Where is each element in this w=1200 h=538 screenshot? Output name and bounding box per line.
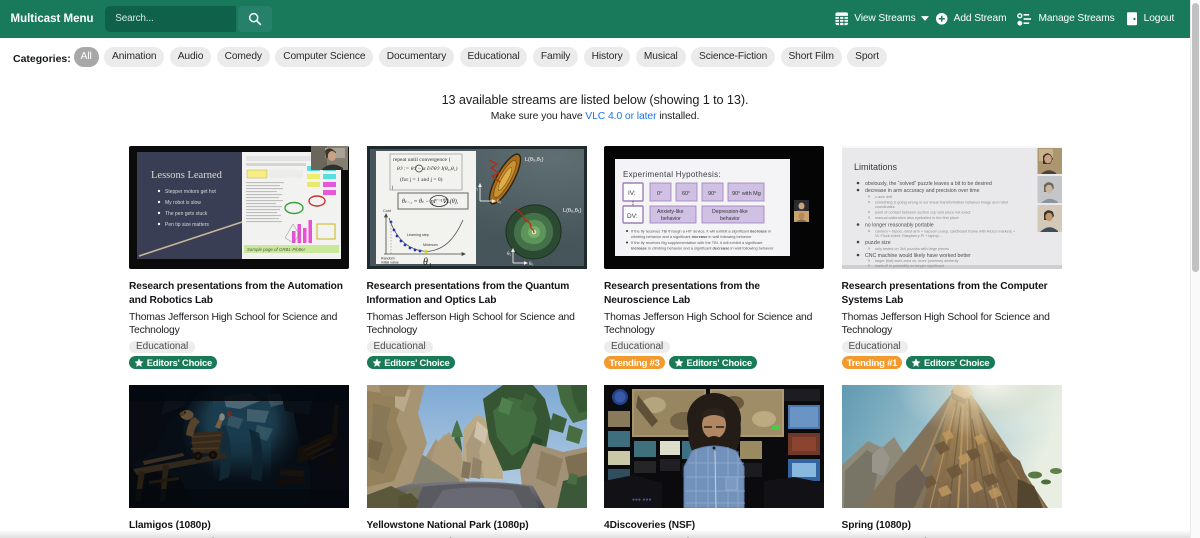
svg-text:point of contact between sucti: point of contact between suction cup and… xyxy=(875,211,971,215)
svg-text:Sample page of GRBL-Plotter: Sample page of GRBL-Plotter xyxy=(247,247,306,252)
svg-text:1: 1 xyxy=(429,263,432,269)
svg-text:θｼ := θｼ − α ∂/∂θｼ J(θ₀,θ₁): θｼ := θｼ − α ∂/∂θｼ J(θ₀,θ₁) xyxy=(397,165,458,172)
svg-text:Anxiety-like: Anxiety-like xyxy=(657,209,684,215)
svg-text:Limitations: Limitations xyxy=(854,162,898,172)
svg-text:climbing behavior and a signif: climbing behavior and a significant incr… xyxy=(631,234,752,239)
svg-text:θ₀: θ₀ xyxy=(529,261,534,266)
svg-text:manual calibration also eyebal: manual calibration also eyeballed in the… xyxy=(875,216,959,220)
svg-text:coordinates: coordinates xyxy=(875,205,895,209)
svg-text:larger (flat) work area vs. mo: larger (flat) work area vs. more (useles… xyxy=(875,259,959,263)
svg-text:z-axis drift: z-axis drift xyxy=(875,195,893,199)
svg-text:My robot is slow: My robot is slow xyxy=(165,200,201,206)
svg-text:L(θ₀,θ₁): L(θ₀,θ₁) xyxy=(525,157,544,163)
svg-text:θ₁: θ₁ xyxy=(507,251,512,256)
svg-text:0°: 0° xyxy=(657,191,662,197)
svg-text:}: } xyxy=(391,185,394,191)
svg-text:tradeoff in portability no lon: tradeoff in portability no longer signif… xyxy=(875,264,945,268)
svg-text:increase in climbing behavior: increase in climbing behavior and a sign… xyxy=(631,246,774,251)
svg-text:θ₀: θ₀ xyxy=(497,199,502,204)
svg-text:Minimum: Minimum xyxy=(423,243,438,247)
svg-text:90° with Mg: 90° with Mg xyxy=(732,191,761,197)
svg-text:60°: 60° xyxy=(682,191,690,197)
svg-text:Lessons Learned: Lessons Learned xyxy=(151,170,223,181)
svg-text:something is going wrong in ou: something is going wrong in our linear t… xyxy=(875,201,1009,205)
svg-text:VL Flock sheet, Raspberry Pi +: VL Flock sheet, Raspberry Pi + laptop... xyxy=(875,234,942,238)
svg-text:θ₁: θ₁ xyxy=(474,186,479,191)
svg-text:The pen gets stuck: The pen gets stuck xyxy=(165,211,208,217)
svg-text:Cost: Cost xyxy=(383,209,392,213)
svg-text:behavior: behavior xyxy=(720,216,740,222)
svg-text:90°: 90° xyxy=(708,191,716,197)
svg-text:obviously, the “solved” puzzle: obviously, the “solved” puzzle leaves a … xyxy=(865,181,992,187)
svg-text:Experimental Hypothesis:: Experimental Hypothesis: xyxy=(623,170,721,179)
svg-text:Pen tip size matters: Pen tip size matters xyxy=(165,222,209,228)
svg-text:If the fly receives Mg supplem: If the fly receives Mg supplementation w… xyxy=(631,240,763,245)
svg-text:only tested on 3x4 puzzles wit: only tested on 3x4 puzzles with large pi… xyxy=(875,247,949,251)
svg-text:θ: θ xyxy=(423,257,428,268)
svg-text:puzzle size: puzzle size xyxy=(865,240,891,246)
svg-text:If the fly receives TBI throug: If the fly receives TBI through a HIT de… xyxy=(631,229,771,234)
svg-text:repeat until convergence {: repeat until convergence { xyxy=(393,157,451,163)
svg-text:Learning step: Learning step xyxy=(407,233,429,237)
svg-text:Depression-like: Depression-like xyxy=(712,209,748,215)
svg-text:IV:: IV: xyxy=(628,190,636,197)
svg-text:DV:: DV: xyxy=(627,213,638,220)
svg-text:L(θ₀,θ₁): L(θ₀,θ₁) xyxy=(563,208,582,214)
svg-text:initial value: initial value xyxy=(381,261,399,265)
svg-text:camera + tripod, robot arm + v: camera + tripod, robot arm + vacuum pump… xyxy=(875,230,1016,234)
svg-text:Stepper motors get hot: Stepper motors get hot xyxy=(165,189,216,195)
svg-text:no longer reasonably portable: no longer reasonably portable xyxy=(865,223,934,229)
svg-text:(for j = 1 and j = 0): (for j = 1 and j = 0) xyxy=(400,176,443,183)
svg-text:behavior: behavior xyxy=(661,216,681,222)
svg-text:●●● ●●●: ●●● ●●● xyxy=(632,497,652,503)
svg-text:decrease in arm accuracy and p: decrease in arm accuracy and precision o… xyxy=(865,188,980,194)
